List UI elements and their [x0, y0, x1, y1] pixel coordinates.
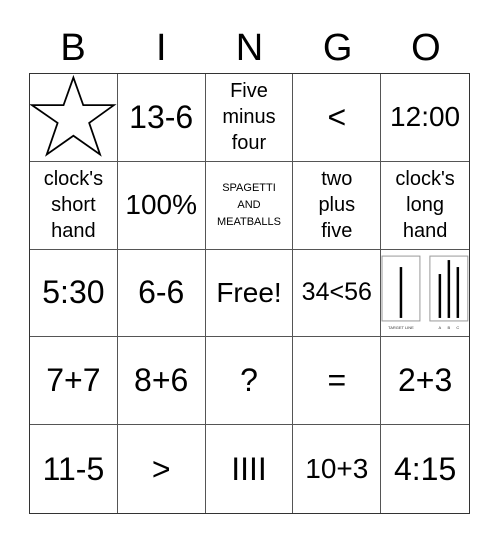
cell-text: 12:00 — [390, 101, 461, 133]
cell-text-line: clock's — [395, 168, 455, 191]
header-letter-o: O — [411, 27, 441, 69]
cell-text-line: MEATBALLS — [216, 215, 281, 228]
cell-text-line: two — [321, 168, 353, 191]
bingo-cell-g1[interactable]: < — [293, 74, 382, 162]
star-icon — [30, 75, 117, 158]
cell-text: clock's short hand — [44, 166, 103, 244]
bingo-cell-n1[interactable]: Five minus four — [205, 74, 294, 162]
cell-text-line: Five — [230, 80, 268, 103]
cell-text-line: five — [321, 220, 353, 243]
choice-label: A — [439, 325, 442, 330]
bingo-cell-o5[interactable]: 4:15 — [381, 425, 469, 513]
cell-text-line: minus — [222, 106, 276, 129]
bingo-cell-o3[interactable]: TARGET LINE A B C — [381, 250, 469, 338]
cell-text: Free! — [216, 276, 282, 308]
cell-text: = — [327, 362, 347, 399]
cell-text: ? — [240, 362, 258, 399]
cell-text-line: four — [231, 132, 267, 155]
bingo-cell-g5[interactable]: 10+3 — [293, 425, 382, 513]
choice-label: C — [457, 325, 460, 330]
cell-text: > — [151, 450, 171, 487]
cell-text-line: short — [51, 194, 96, 217]
bingo-cell-g2[interactable]: two plus five — [293, 161, 382, 250]
cell-text: 8+6 — [134, 362, 189, 399]
target-line-label: TARGET LINE — [388, 325, 414, 330]
cell-text: IIII — [231, 450, 267, 487]
cell-text-line: long — [406, 194, 444, 217]
cell-text: two plus five — [318, 166, 355, 244]
cell-text-line: plus — [318, 194, 356, 217]
bingo-cell-b3[interactable]: 5:30 — [30, 249, 118, 338]
cell-text-line: AND — [237, 198, 261, 211]
cell-text: 11-5 — [42, 450, 105, 487]
bingo-cell-o4[interactable]: 2+3 — [381, 337, 469, 426]
cell-text: < — [327, 98, 347, 135]
cell-text: 34<56 — [301, 278, 372, 307]
bingo-cell-b2[interactable]: clock's short hand — [30, 161, 118, 250]
bingo-cell-g3[interactable]: 34<56 — [293, 249, 382, 338]
bingo-cell-n2[interactable]: SPAGETTI AND MEATBALLS — [205, 161, 294, 250]
cell-text: 5:30 — [42, 274, 105, 311]
header-letter-b: B — [60, 27, 86, 69]
cell-text: 13-6 — [129, 98, 194, 135]
bingo-cell-i3[interactable]: 6-6 — [117, 249, 206, 338]
choice-label: B — [448, 325, 451, 330]
bingo-header: B I N G O — [29, 26, 470, 70]
cell-text-line: hand — [402, 220, 448, 243]
star-shape — [30, 75, 117, 158]
bingo-cell-i5[interactable]: > — [118, 425, 206, 513]
cell-text: clock's long hand — [395, 166, 454, 244]
cell-text: 2+3 — [397, 362, 453, 399]
header-letter-i: I — [156, 27, 167, 69]
cell-text-line: SPAGETTI — [222, 181, 276, 194]
cell-text: SPAGETTI AND MEATBALLS — [217, 180, 281, 231]
bingo-grid: 13-6 Five minus four <12:00 clock's short hand 1… — [29, 73, 470, 514]
cell-text-line: hand — [51, 220, 96, 243]
bingo-cell-o1[interactable]: 12:00 — [381, 74, 469, 162]
bingo-cell-i2[interactable]: 100% — [117, 161, 206, 250]
cell-text: 100% — [125, 189, 197, 221]
header-letter-n: N — [235, 27, 264, 69]
cell-text: Five minus four — [222, 78, 275, 156]
bingo-cell-g4[interactable]: = — [293, 337, 382, 426]
cell-text: 6-6 — [138, 274, 185, 311]
bingo-cell-b5[interactable]: 11-5 — [30, 425, 118, 513]
asch-lines-image: TARGET LINE A B C — [381, 255, 469, 330]
cell-text: 10+3 — [305, 453, 369, 485]
bingo-cell-n4[interactable]: ? — [205, 337, 294, 426]
bingo-cell-o2[interactable]: clock's long hand — [381, 162, 469, 250]
bingo-cell-n5[interactable]: IIII — [206, 425, 294, 513]
bingo-cell-n3[interactable]: Free! — [205, 249, 294, 338]
cell-text: 4:15 — [393, 450, 457, 487]
cell-text: 7+7 — [46, 362, 101, 399]
bingo-cell-i1[interactable]: 13-6 — [117, 74, 206, 162]
cell-text-line: clock's — [43, 168, 104, 191]
bingo-cell-b4[interactable]: 7+7 — [30, 337, 118, 426]
bingo-cell-i4[interactable]: 8+6 — [117, 337, 206, 426]
header-letter-g: G — [322, 27, 353, 69]
bingo-cell-b1[interactable] — [30, 74, 118, 162]
